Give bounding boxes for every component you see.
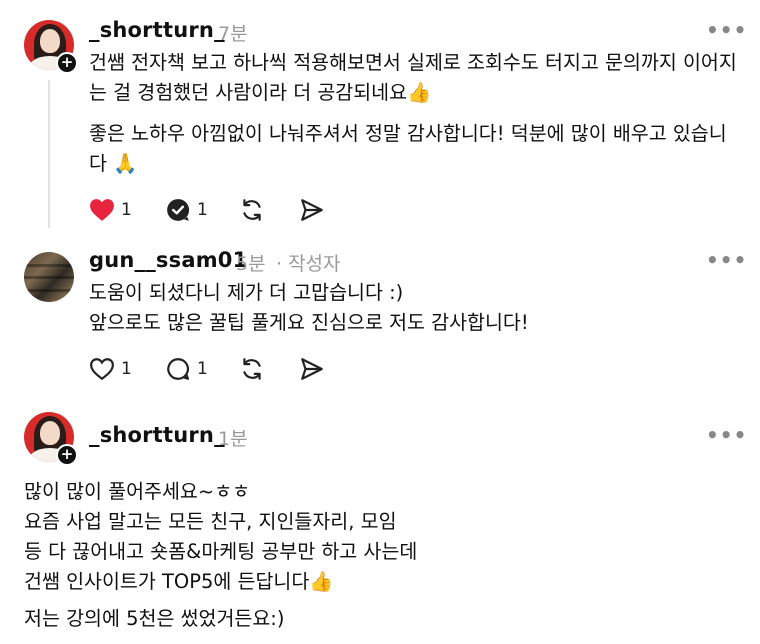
more-options-icon[interactable]: ••• [706,18,747,42]
reply-button[interactable]: 1 [165,195,208,225]
username[interactable]: gun__ssam01 [89,248,247,272]
author-tag: · 작성자 [276,253,341,275]
avatar[interactable] [24,252,74,302]
like-button[interactable]: 1 [89,354,132,384]
heart-filled-icon [90,199,114,221]
like-count: 1 [121,200,132,220]
username[interactable]: _shortturn_ [89,18,225,42]
comment-text: 좋은 노하우 아낌없이 나눠주셔서 정말 감사합니다! 덕분에 많이 배우고 있… [89,122,727,175]
follow-plus-icon[interactable]: + [56,444,78,466]
timestamp: 7분 [218,23,248,45]
send-icon [301,199,323,221]
thread-line [48,80,50,228]
timestamp: 5분 [236,253,266,275]
avatar[interactable]: + [24,412,78,466]
send-icon [301,358,323,380]
like-button[interactable]: 1 [89,195,132,225]
repost-icon [243,358,261,380]
reply-button[interactable]: 1 [165,354,208,384]
reply-filled-icon [167,199,190,221]
avatar[interactable]: + [24,20,78,74]
timestamp: 1분 [218,428,248,450]
comment-text: 요즘 사업 말고는 모든 친구, 지인들자리, 모임 [24,510,397,533]
share-button[interactable] [299,354,325,384]
action-bar: 1 1 [89,354,349,384]
follow-plus-icon[interactable]: + [56,52,78,74]
heart-outline-icon [90,358,114,381]
comment-text: 많이 많이 풀어주세요~ㅎㅎ [24,480,251,503]
more-options-icon[interactable]: ••• [706,248,747,272]
share-button[interactable] [299,195,325,225]
username[interactable]: _shortturn_ [89,423,225,447]
reply-count: 1 [197,200,208,220]
like-count: 1 [121,359,132,379]
comment-text: 건쌤 전자책 보고 하나씩 적용해보면서 실제로 조회수도 터지고 문의까지 이… [89,51,737,104]
repost-button[interactable] [239,195,265,225]
comment-text: 앞으로도 많은 꿀팁 풀게요 진심으로 저도 감사합니다! [89,311,529,334]
reply-outline-icon [167,358,190,380]
repost-icon [243,199,261,221]
reply-count: 1 [197,359,208,379]
comment-text: 도움이 되셨다니 제가 더 고맙습니다 :) [89,281,404,304]
comment-text: 건쌤 인사이트가 TOP5에 든답니다👍 [24,570,334,593]
action-bar: 1 1 [89,195,349,225]
repost-button[interactable] [239,354,265,384]
more-options-icon[interactable]: ••• [706,423,747,447]
comment-text: 등 다 끊어내고 숏폼&마케팅 공부만 하고 사는데 [24,540,418,563]
comment-text: 저는 강의에 5천은 썼었거든요:) [24,607,285,630]
